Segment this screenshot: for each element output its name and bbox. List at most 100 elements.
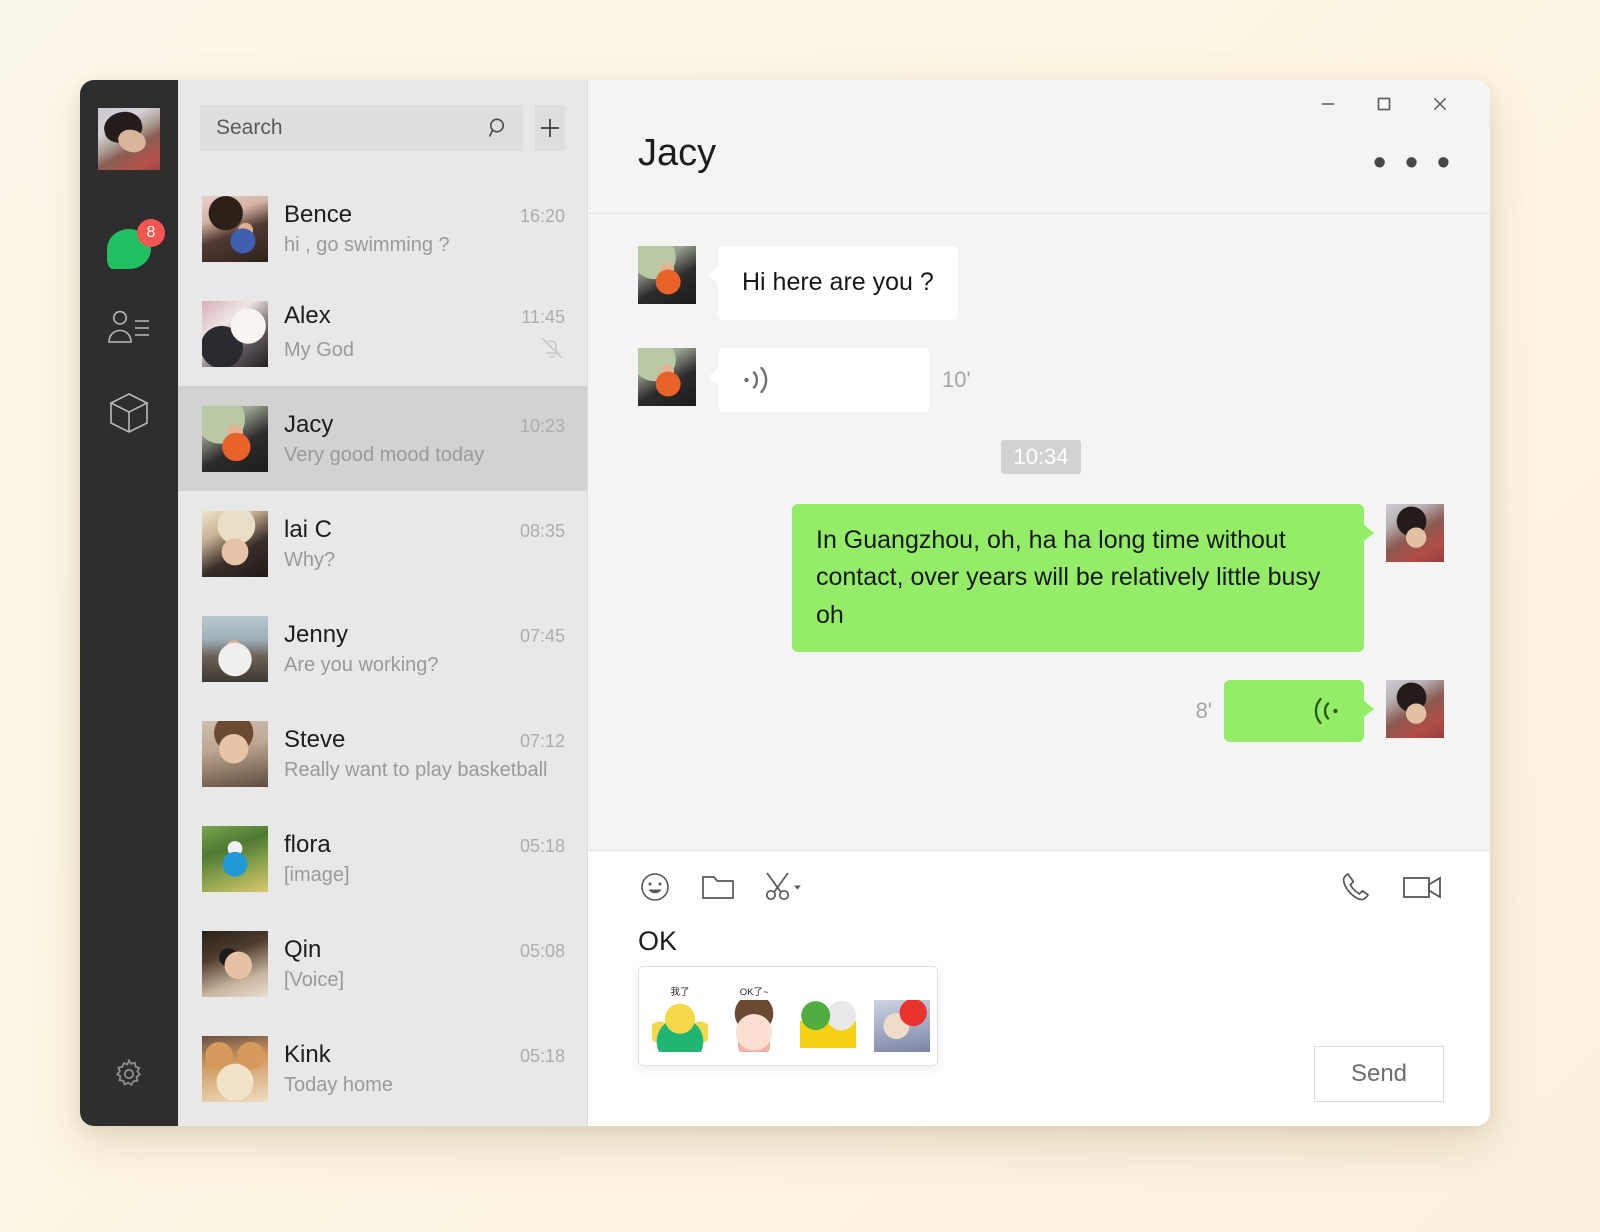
chat-list-item-kink[interactable]: Kink 05:18 Today home [178,1016,587,1121]
chat-row-top: Alex 11:45 [284,302,565,330]
message-m2: 10' [638,347,1444,412]
chat-list-item-flora[interactable]: flora 05:18 [image] [178,806,587,911]
phone-icon [1342,872,1370,901]
chat-row-bottom: Why? [284,549,565,572]
screenshot-button[interactable] [764,870,804,904]
sticker-suggestion-bar[interactable]: 我了 OK了~ [638,966,938,1066]
composer-toolbar [638,851,1444,923]
maximize-icon [1377,97,1391,111]
search-row [178,80,587,176]
conversation-pane: Jacy • • • Hi here are you ? 10' 10:34 In G… [588,80,1490,1126]
message-m1: Hi here are you ? [638,246,1444,320]
chat-list-item-jenny[interactable]: Jenny 07:45 Are you working? [178,596,587,701]
send-row: Send [1314,1046,1444,1102]
message-m4: 8' [638,680,1444,742]
chat-time: 10:23 [519,415,565,436]
add-chat-button[interactable] [535,105,565,151]
sticker-caption: 我了 [670,987,690,998]
close-button[interactable] [1412,84,1468,124]
unread-badge: 8 [137,219,165,247]
message-avatar[interactable] [638,347,696,406]
chat-avatar [202,405,268,472]
search-input[interactable] [216,116,487,140]
video-icon [1403,876,1441,899]
message-bubble-voice[interactable] [708,347,930,412]
chat-preview: hi , go swimming ? [284,233,450,256]
chat-preview: [Voice] [284,968,345,991]
box-icon [109,393,149,433]
chat-time: 05:08 [519,940,565,961]
chat-row-bottom: Are you working? [284,654,565,677]
message-bubble-voice[interactable] [1224,680,1374,742]
chat-avatar [202,720,268,787]
sticker-flex-face[interactable]: 我了 [649,980,711,1052]
chat-list-item-bence[interactable]: Bence 16:20 hi , go swimming ? [178,176,587,281]
message-avatar[interactable] [1386,680,1444,738]
chat-time: 11:45 [521,306,565,327]
composer-tools-right [1338,869,1444,905]
nav-item-chats[interactable]: 8 [80,212,178,286]
composer-tools-left [638,870,804,904]
close-icon [1433,97,1447,111]
voice-duration: 10' [942,366,971,392]
sticker-person[interactable] [871,980,933,1052]
chat-name: lai C [284,515,333,543]
user-avatar[interactable] [98,108,160,170]
chat-list-pane: Bence 16:20 hi , go swimming ? Alex 11:45 My … [178,80,588,1126]
chat-list-item-jacy[interactable]: Jacy 10:23 Very good mood today [178,386,587,491]
chat-row-top: Steve 07:12 [284,726,565,754]
chat-preview: Are you working? [284,653,439,676]
chat-row-bottom: Really want to play basketball [284,759,565,782]
search-box[interactable] [200,105,523,151]
chat-name: Jenny [284,620,349,648]
sticker-ok-duo[interactable] [797,980,859,1052]
chat-row-top: Kink 05:18 [284,1041,565,1069]
voice-wave-icon [1314,697,1338,725]
conversation-more-button[interactable]: • • • [1369,128,1458,182]
voice-call-button[interactable] [1338,869,1374,905]
message-bubble-text[interactable]: Hi here are you ? [708,246,958,320]
message-input[interactable]: OK [638,925,1444,959]
chat-avatar [202,615,268,682]
chat-preview: Very good mood today [284,443,485,466]
chat-list-item-qin[interactable]: Qin 05:08 [Voice] [178,911,587,1016]
sticker-art [874,1000,930,1052]
chat-list-item-lai-c[interactable]: lai C 08:35 Why? [178,491,587,596]
nav-rail: 8 [80,80,178,1126]
mute-icon-slot [539,335,565,366]
send-button[interactable]: Send [1314,1046,1444,1102]
chat-list-item-alex[interactable]: Alex 11:45 My God [178,281,587,386]
chat-row-top: Jacy 10:23 [284,411,565,439]
chat-list-item-steve[interactable]: Steve 07:12 Really want to play basketball [178,701,587,806]
chat-name: flora [284,830,331,858]
chat-list[interactable]: Bence 16:20 hi , go swimming ? Alex 11:45 My … [178,176,587,1126]
chat-avatar [202,1035,268,1102]
emoji-button[interactable] [638,870,672,904]
chat-avatar [202,300,268,367]
chat-name: Kink [284,1040,331,1068]
chat-row-body: Jenny 07:45 Are you working? [284,621,565,677]
chat-preview: My God [284,338,355,361]
wechat-window: 8 Search Bence 16:20 hi , go swimming ? … [80,80,1490,1126]
chat-time: 05:18 [519,835,565,856]
minimize-button[interactable] [1300,84,1356,124]
message-avatar[interactable] [1386,503,1444,562]
sticker-granny[interactable]: OK了~ [723,980,785,1052]
send-file-button[interactable] [700,871,736,903]
chat-avatar [202,930,268,997]
chat-row-body: flora 05:18 [image] [284,831,565,887]
chat-preview: Really want to play basketball [284,758,548,781]
message-avatar[interactable] [638,246,696,304]
nav-item-settings[interactable] [80,1044,178,1104]
nav-item-favorites[interactable] [80,376,178,450]
folder-icon [702,876,734,899]
nav-item-contacts[interactable] [80,294,178,368]
video-call-button[interactable] [1402,872,1444,902]
chat-row-body: Alex 11:45 My God [284,302,565,366]
conversation-header: Jacy • • • [588,128,1490,214]
message-bubble-text[interactable]: In Guangzhou, oh, ha ha long time withou… [792,503,1374,652]
maximize-button[interactable] [1356,84,1412,124]
minimize-icon [1322,103,1334,105]
chat-row-body: Jacy 10:23 Very good mood today [284,411,565,467]
chat-time: 16:20 [519,205,565,226]
